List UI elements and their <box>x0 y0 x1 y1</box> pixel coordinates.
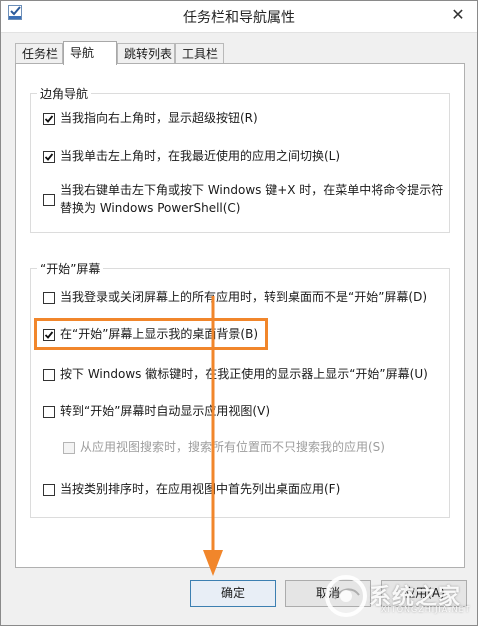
option-show-charms: 当我指向右上角时，显示超级按钮(R) <box>60 111 258 125</box>
ok-button[interactable]: 确定 <box>190 580 276 607</box>
checkbox-go-to-desktop[interactable] <box>43 292 55 304</box>
close-button[interactable]: ✕ <box>445 4 471 26</box>
title-bar: 任务栏和导航属性 ✕ <box>1 1 477 33</box>
watermark-logo-icon <box>325 575 367 617</box>
checkbox-windows-key-display[interactable] <box>43 369 55 381</box>
start-screen-legend: “开始”屏幕 <box>37 260 104 277</box>
checkbox-apps-view[interactable] <box>43 406 55 418</box>
window-title: 任务栏和导航属性 <box>183 10 295 26</box>
tab-taskbar[interactable]: 任务栏 <box>15 43 63 63</box>
option-powershell-line1: 当我右键单击左下角或按下 Windows 键+X 时，在菜单中将命令提示符 <box>60 183 444 197</box>
checkbox-search-everywhere[interactable] <box>63 442 75 454</box>
properties-dialog: 任务栏和导航属性 ✕ 任务栏 导航 跳转列表 工具栏 边角导航 当我指向右上角时… <box>0 0 478 626</box>
option-go-to-desktop: 当我登录或关闭屏幕上的所有应用时，转到桌面而不是“开始”屏幕(D) <box>60 290 428 304</box>
watermark: 系统之家 XITONGZHIJIA.NET <box>321 571 471 619</box>
checkbox-show-charms[interactable] <box>43 113 55 125</box>
option-powershell-line2: 替换为 Windows PowerShell(C) <box>60 201 241 215</box>
option-windows-key-display: 按下 Windows 徽标键时，在我正使用的显示器上显示“开始”屏幕(U) <box>60 367 428 381</box>
checkbox-powershell[interactable] <box>43 194 55 206</box>
tab-navigation[interactable]: 导航 <box>63 41 117 65</box>
tab-toolbars[interactable]: 工具栏 <box>175 43 224 63</box>
checkbox-desktop-apps-first[interactable] <box>43 484 55 496</box>
checkbox-switch-apps[interactable] <box>43 151 55 163</box>
corner-navigation-legend: 边角导航 <box>37 85 92 102</box>
option-switch-apps: 当我单击左上角时，在我最近使用的应用之间切换(L) <box>60 149 341 163</box>
annotation-arrow <box>203 296 223 576</box>
option-apps-view: 转到“开始”屏幕时自动显示应用视图(V) <box>60 404 271 418</box>
watermark-subtext: XITONGZHIJIA.NET <box>381 605 471 614</box>
highlight-box <box>34 318 268 350</box>
tab-jump-lists[interactable]: 跳转列表 <box>117 43 175 63</box>
option-search-everywhere: 从应用视图搜索时，搜索所有位置而不只搜索我的应用(S) <box>80 440 385 454</box>
